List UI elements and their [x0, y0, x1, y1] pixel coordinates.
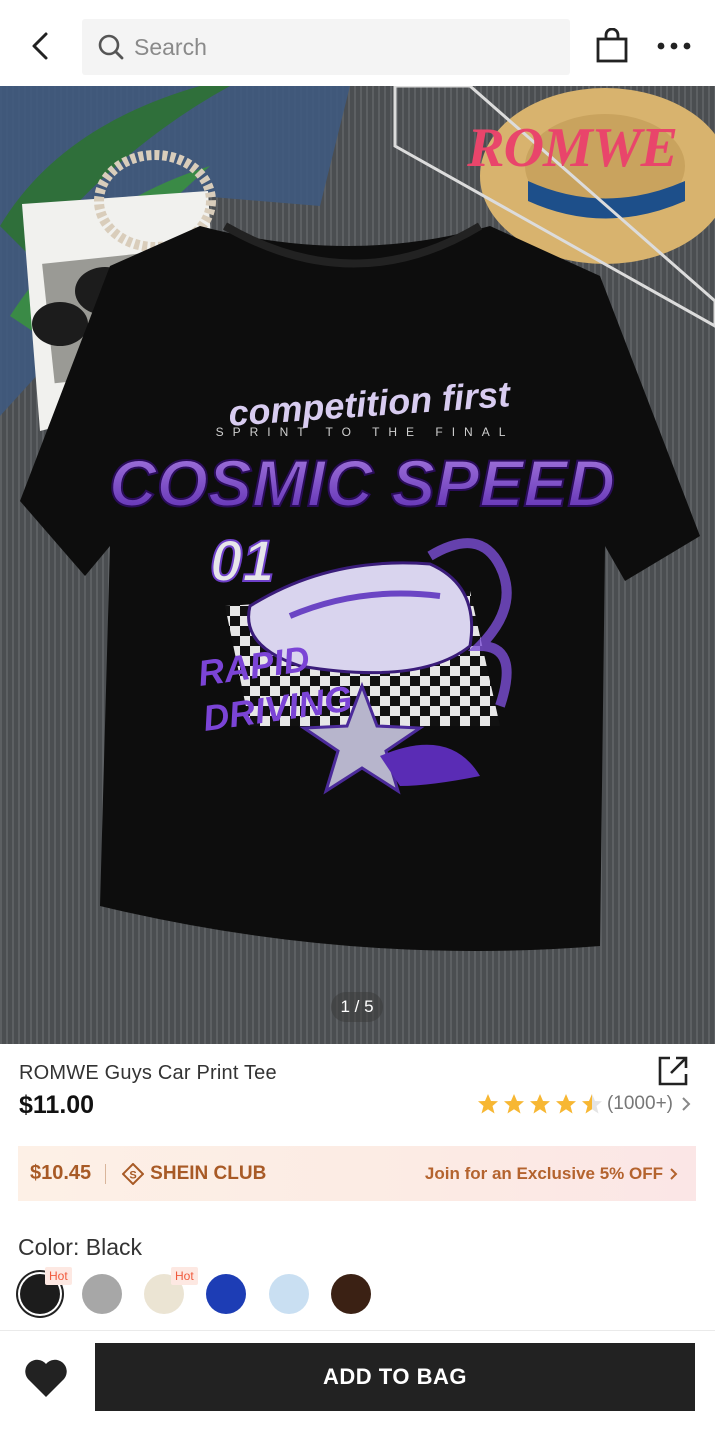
svg-text:01: 01 — [210, 529, 275, 594]
share-icon — [658, 1056, 688, 1086]
divider — [0, 1330, 715, 1331]
swatch-coffee[interactable] — [331, 1274, 371, 1314]
swatch-royal-blue[interactable] — [206, 1274, 246, 1314]
swatch-grey[interactable] — [82, 1274, 122, 1314]
shein-club-banner[interactable]: $10.45 S SHEIN CLUB Join for an Exclusiv… — [18, 1146, 696, 1201]
top-bar — [0, 0, 715, 86]
shopping-bag-button[interactable] — [590, 24, 634, 68]
product-photo: competition first SPRINT TO THE FINAL CO… — [0, 86, 715, 1044]
club-logo-icon: S — [122, 1162, 145, 1185]
swatch-light-blue[interactable] — [269, 1274, 309, 1314]
product-image-carousel[interactable]: competition first SPRINT TO THE FINAL CO… — [0, 86, 715, 1044]
rating-summary[interactable]: (1000+) — [476, 1092, 691, 1116]
svg-text:SPRINT TO THE FINAL: SPRINT TO THE FINAL — [216, 425, 515, 439]
review-count: (1000+) — [606, 1093, 673, 1114]
more-button[interactable] — [652, 24, 696, 68]
chevron-right-icon — [669, 1167, 678, 1181]
star-icon — [555, 1094, 576, 1114]
more-icon — [657, 42, 691, 50]
club-name: SHEIN CLUB — [150, 1162, 267, 1184]
divider — [105, 1163, 107, 1184]
half-star-icon — [581, 1094, 602, 1114]
club-price: $10.45 — [30, 1162, 92, 1184]
hot-badge: Hot — [45, 1267, 72, 1285]
brand-logo: ROMWE — [467, 117, 678, 179]
star-icon — [477, 1094, 498, 1114]
back-button[interactable] — [18, 24, 62, 68]
svg-text:S: S — [130, 1169, 137, 1181]
color-label: Color: Black — [18, 1234, 142, 1260]
add-to-bag-button[interactable]: ADD TO BAG — [95, 1343, 695, 1411]
search-icon — [96, 32, 126, 62]
club-join-link[interactable]: Join for an Exclusive 5% OFF — [425, 1164, 663, 1184]
chevron-right-icon — [681, 1096, 691, 1112]
svg-text:COSMIC SPEED: COSMIC SPEED — [109, 446, 615, 520]
shopping-bag-icon — [596, 28, 628, 63]
product-title: ROMWE Guys Car Print Tee — [19, 1062, 277, 1084]
search-bar[interactable] — [82, 19, 570, 75]
product-price: $11.00 — [19, 1091, 95, 1119]
star-icon — [503, 1094, 524, 1114]
hot-badge: Hot — [171, 1267, 198, 1285]
wishlist-button[interactable] — [20, 1352, 72, 1404]
share-button[interactable] — [656, 1054, 692, 1090]
image-counter: 1 / 5 — [331, 992, 383, 1022]
star-icon — [529, 1094, 550, 1114]
star-rating — [476, 1092, 604, 1116]
heart-icon — [25, 1359, 67, 1397]
search-input[interactable] — [134, 33, 554, 61]
back-arrow-icon — [32, 32, 48, 60]
